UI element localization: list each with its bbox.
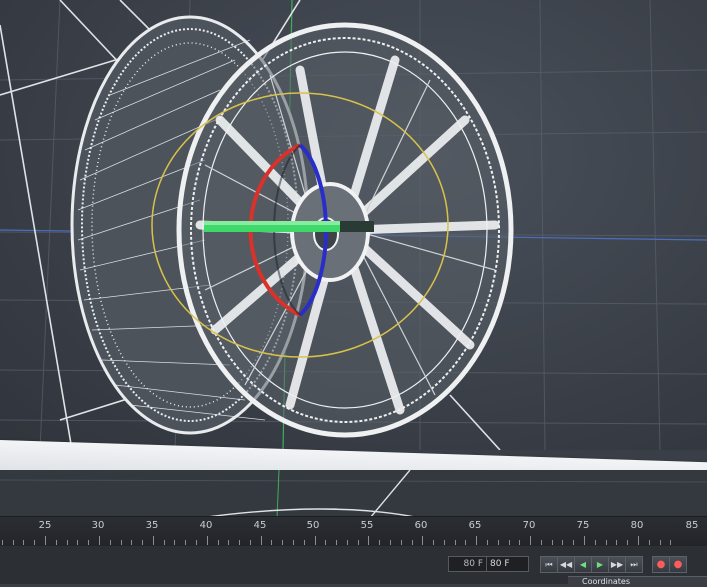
timeline-tick	[433, 540, 435, 545]
tick-label: 45	[253, 520, 267, 531]
timeline-tick	[131, 540, 133, 545]
timeline-tick	[422, 536, 424, 545]
timeline-tick	[228, 540, 230, 545]
tick-label: 80	[630, 520, 644, 531]
timeline-tick	[55, 540, 57, 545]
timeline-tick	[540, 540, 542, 545]
timeline-tick	[303, 540, 305, 545]
tick-label: 30	[91, 520, 105, 531]
timeline-tick	[271, 540, 273, 545]
timeline-tick	[659, 540, 661, 545]
timeline-tick	[454, 540, 456, 545]
timeline-tick	[336, 540, 338, 545]
timeline-tick	[109, 540, 111, 545]
timeline-tick	[637, 536, 639, 545]
go-to-end-button[interactable]: ⏭	[625, 556, 643, 573]
timeline-tick	[174, 540, 176, 545]
timeline-tick	[346, 540, 348, 545]
viewport-canvas[interactable]	[0, 0, 707, 450]
timeline-tick	[357, 540, 359, 545]
timeline-tick	[88, 540, 90, 545]
timeline-tick	[98, 536, 100, 545]
timeline-tick	[292, 540, 294, 545]
tick-label: 65	[468, 520, 482, 531]
timeline-tick	[551, 540, 553, 545]
lower-guide-lines	[0, 469, 707, 519]
lower-viewport-area	[0, 469, 707, 519]
timeline-tick	[584, 536, 585, 545]
timeline-tick	[163, 540, 165, 545]
tick-label: 25	[38, 520, 52, 531]
tick-label: 55	[360, 520, 374, 531]
timeline-tick	[66, 540, 68, 545]
timeline-tick	[497, 540, 499, 545]
timeline-tick	[648, 540, 650, 545]
timeline-tick	[400, 540, 402, 545]
timeline-tick	[476, 536, 478, 545]
tick-label: 35	[145, 520, 159, 531]
timeline-tick	[12, 540, 14, 545]
timeline-tick	[34, 540, 36, 545]
timeline-ruler[interactable]: 25 30 35 40 45 50 55 60 65 70 75 80 85	[0, 516, 707, 547]
timeline-tick	[23, 540, 25, 545]
tick-label: 60	[414, 520, 428, 531]
tick-label: 70	[522, 520, 536, 531]
tick-label: 75	[576, 520, 590, 531]
timeline-tick	[487, 540, 488, 545]
timeline-tick	[185, 540, 187, 545]
timeline-tick	[217, 540, 219, 545]
go-to-start-button[interactable]: ⏮	[540, 556, 558, 573]
timeline-tick	[142, 540, 143, 545]
tick-label: 50	[306, 520, 320, 531]
timeline-tick	[627, 540, 629, 545]
timeline-tick	[562, 540, 564, 545]
timeline-tick	[368, 536, 370, 545]
next-key-button[interactable]: ▶▶	[608, 556, 626, 573]
timeline-tick	[239, 540, 240, 545]
timeline-tick	[594, 540, 596, 545]
timeline-tick	[120, 540, 122, 545]
prev-key-button[interactable]: ◀◀	[557, 556, 575, 573]
timeline-tick	[260, 536, 262, 545]
timeline-tick	[282, 540, 284, 545]
timeline-tick	[379, 540, 381, 545]
record-button[interactable]: ●	[652, 556, 670, 573]
coordinates-tab[interactable]: Coordinates	[568, 576, 707, 587]
timeline-tick	[390, 540, 391, 545]
start-frame-field[interactable]: 80 F	[448, 556, 487, 572]
timeline-tick	[411, 540, 413, 545]
timeline-tick	[1, 540, 3, 545]
timeline-tick	[443, 540, 445, 545]
timeline-tick	[519, 540, 521, 545]
tick-label: 85	[685, 520, 699, 531]
timeline-tick	[465, 540, 467, 545]
play-back-button[interactable]: ◀	[574, 556, 592, 573]
play-forward-button[interactable]: ▶	[591, 556, 609, 573]
timeline-tick	[195, 540, 197, 545]
timeline-tick	[616, 540, 618, 545]
tick-label: 40	[199, 520, 213, 531]
current-frame-field[interactable]: 80 F	[486, 556, 529, 572]
timeline-tick	[508, 540, 510, 545]
timeline-tick	[206, 536, 208, 545]
timeline-tick	[45, 536, 46, 545]
timeline-tick	[77, 540, 79, 545]
timeline-tick	[325, 540, 327, 545]
timeline-tick	[152, 536, 154, 545]
auto-key-button[interactable]: ●	[669, 556, 687, 573]
timeline-tick	[605, 540, 607, 545]
timeline-tick	[249, 540, 251, 545]
timeline-tick	[530, 536, 532, 545]
playback-controls: 80 F 80 F ⏮ ◀◀ ◀ ▶ ▶▶ ⏭ ● ● Coordinates	[0, 546, 707, 587]
timeline-tick	[670, 540, 672, 545]
timeline-tick	[314, 536, 316, 545]
3d-viewport[interactable]	[0, 0, 707, 450]
timeline-tick	[573, 540, 575, 545]
